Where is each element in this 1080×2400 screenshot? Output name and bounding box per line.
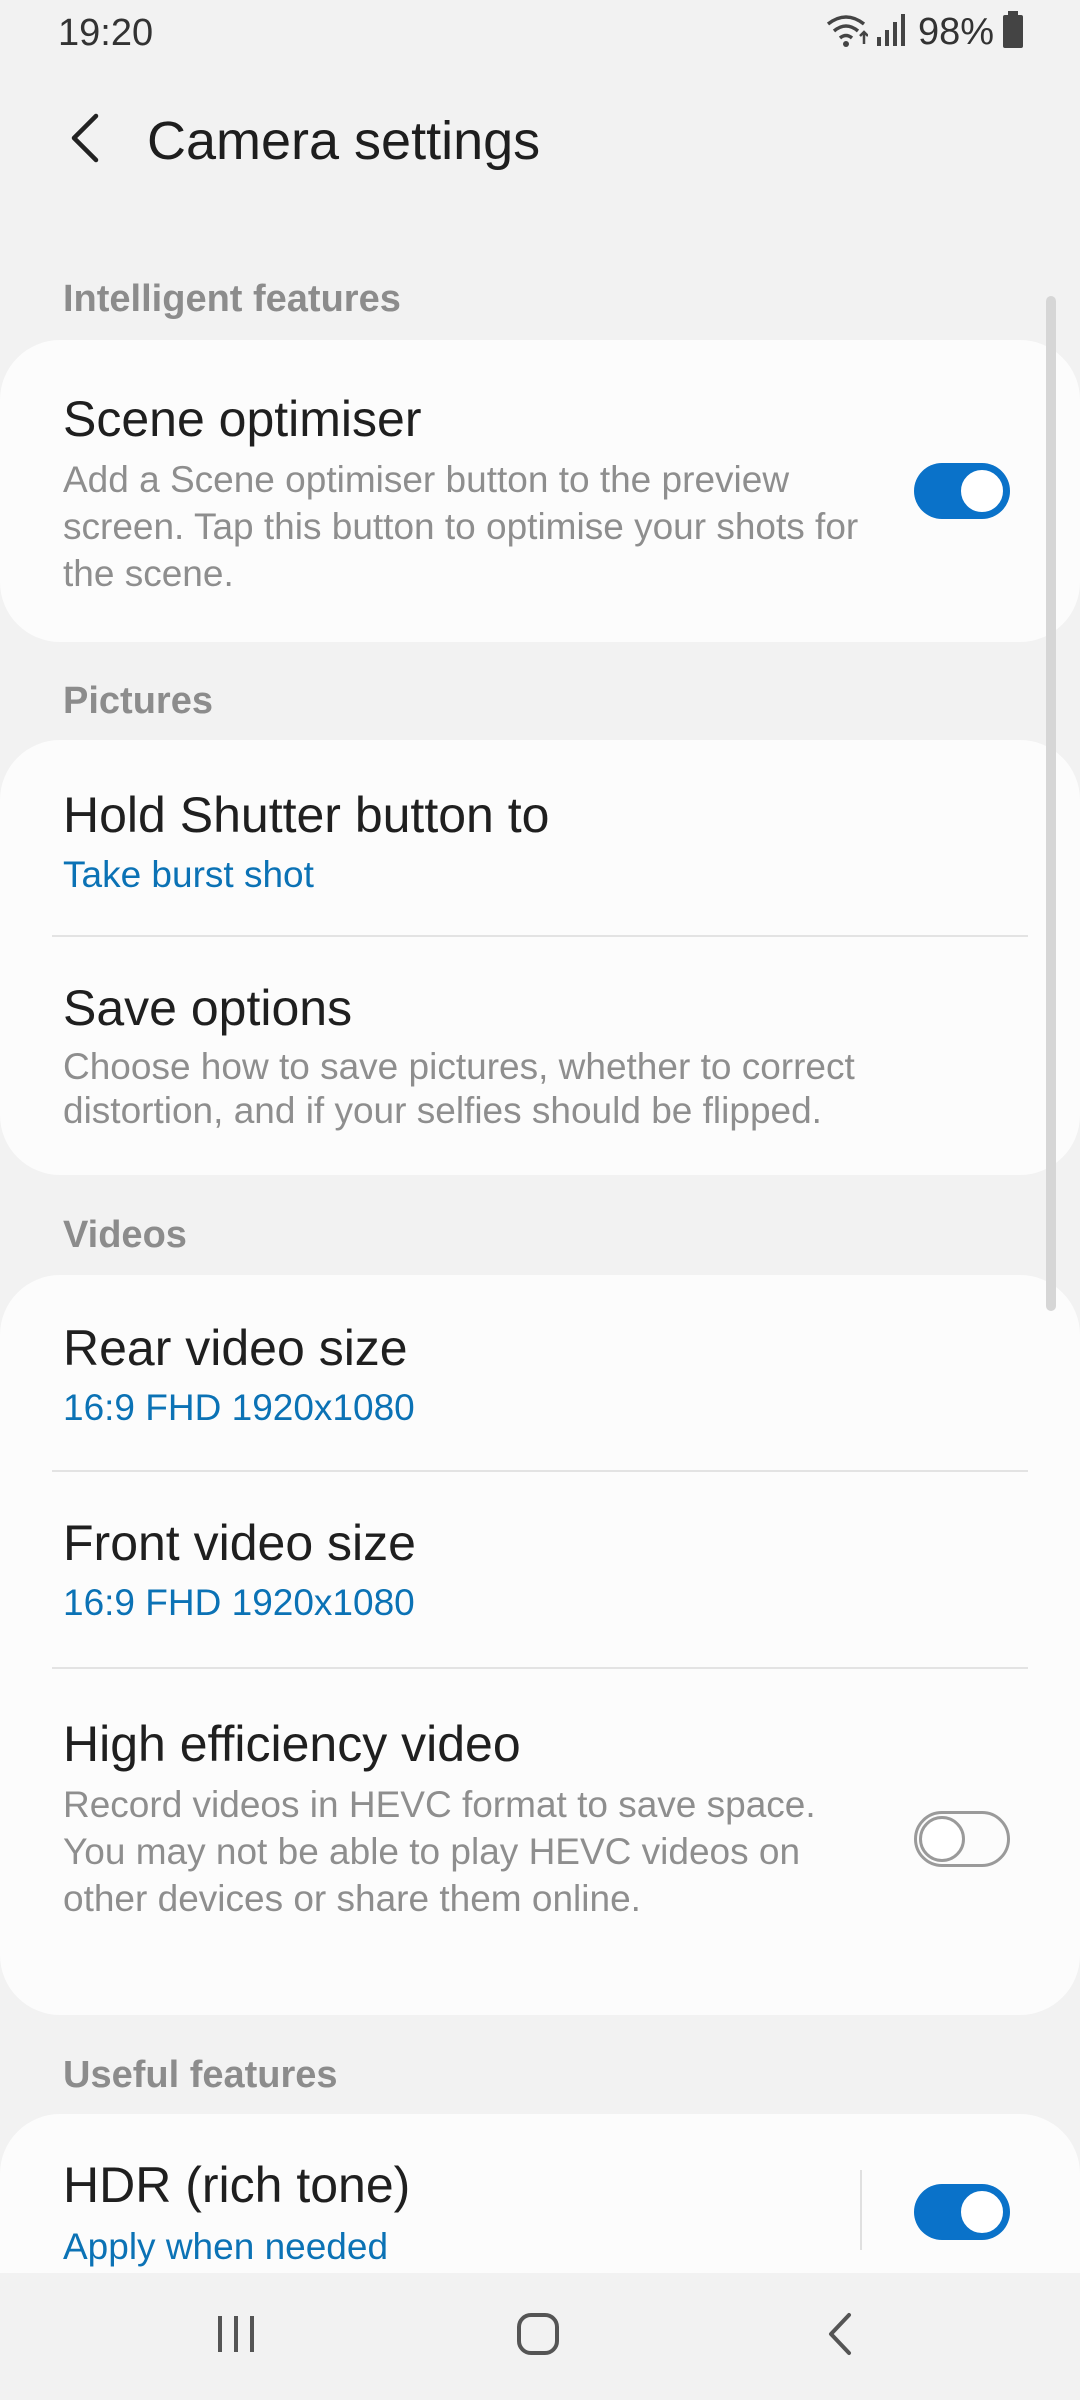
- rear-video-size-title: Rear video size: [63, 1320, 408, 1376]
- hold-shutter-value: Take burst shot: [63, 854, 314, 895]
- high-efficiency-video-toggle[interactable]: [914, 1811, 1010, 1867]
- page-title: Camera settings: [147, 111, 541, 171]
- setting-front-video-size[interactable]: Front video size 16:9 FHD 1920x1080: [0, 1472, 1080, 1668]
- section-header-intelligent-features: Intelligent features: [63, 278, 401, 320]
- vertical-divider: [860, 2170, 862, 2250]
- setting-rear-video-size[interactable]: Rear video size 16:9 FHD 1920x1080: [0, 1275, 1080, 1471]
- recent-apps-icon: [214, 2312, 258, 2361]
- save-options-title: Save options: [63, 980, 353, 1036]
- scene-optimiser-title: Scene optimiser: [63, 391, 422, 447]
- nav-back-button[interactable]: [780, 2291, 900, 2381]
- navigation-bar: [0, 2273, 1080, 2400]
- signal-icon: [876, 13, 908, 52]
- status-icons: 98%: [824, 10, 1024, 54]
- setting-save-options[interactable]: Save options Choose how to save pictures…: [0, 937, 1080, 1175]
- section-header-pictures: Pictures: [63, 680, 213, 722]
- section-header-useful-features: Useful features: [63, 2054, 338, 2096]
- toggle-knob: [958, 2188, 1006, 2236]
- wifi-icon: [824, 12, 869, 53]
- card-intelligent-features: Scene optimiser Add a Scene optimiser bu…: [0, 340, 1080, 642]
- chevron-left-icon: [66, 112, 106, 169]
- save-options-description: Choose how to save pictures, whether to …: [63, 1046, 855, 1131]
- hdr-toggle[interactable]: [914, 2184, 1010, 2240]
- battery-icon: [1002, 10, 1024, 54]
- scrollbar[interactable]: [1046, 296, 1056, 1311]
- rear-video-size-value: 16:9 FHD 1920x1080: [63, 1387, 415, 1428]
- setting-hold-shutter[interactable]: Hold Shutter button to Take burst shot: [0, 740, 1080, 936]
- hdr-title: HDR (rich tone): [63, 2157, 411, 2213]
- high-efficiency-video-title: High efficiency video: [63, 1716, 521, 1772]
- card-pictures: Hold Shutter button to Take burst shot S…: [0, 740, 1080, 1175]
- app-bar: Camera settings: [0, 90, 1080, 190]
- section-header-videos: Videos: [63, 1214, 187, 1256]
- hdr-value: Apply when needed: [63, 2226, 389, 2267]
- setting-high-efficiency-video[interactable]: High efficiency video Record videos in H…: [0, 1669, 1080, 2015]
- scene-optimiser-toggle[interactable]: [914, 463, 1010, 519]
- front-video-size-value: 16:9 FHD 1920x1080: [63, 1582, 415, 1623]
- toggle-knob: [958, 467, 1006, 515]
- home-icon: [515, 2311, 561, 2362]
- toggle-knob: [919, 1816, 965, 1862]
- high-efficiency-video-description: Record videos in HEVC format to save spa…: [63, 1784, 816, 1919]
- card-videos: Rear video size 16:9 FHD 1920x1080 Front…: [0, 1275, 1080, 2015]
- status-time: 19:20: [58, 12, 154, 54]
- back-button[interactable]: [44, 98, 128, 182]
- recent-apps-button[interactable]: [176, 2291, 296, 2381]
- back-icon: [825, 2311, 855, 2362]
- scene-optimiser-description: Add a Scene optimiser button to the prev…: [63, 459, 859, 594]
- hold-shutter-title: Hold Shutter button to: [63, 787, 550, 843]
- status-bar: 19:20 98%: [0, 0, 1080, 64]
- camera-settings-screen: 19:20 98% Camera settings Intelligent fe…: [0, 0, 1080, 2400]
- front-video-size-title: Front video size: [63, 1515, 416, 1571]
- setting-scene-optimiser[interactable]: Scene optimiser Add a Scene optimiser bu…: [0, 340, 1080, 642]
- home-button[interactable]: [478, 2291, 598, 2381]
- battery-percentage: 98%: [917, 10, 994, 53]
